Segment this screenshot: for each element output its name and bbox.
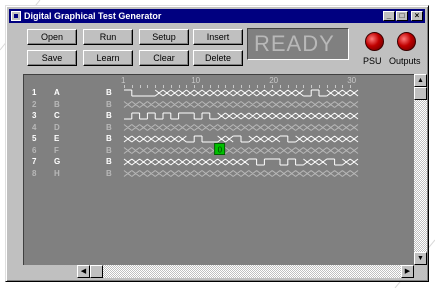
insert-button[interactable]: Insert [193, 29, 243, 45]
scrollbar-corner [414, 265, 427, 278]
outputs-label: Outputs [389, 56, 421, 66]
channel-waveform[interactable] [123, 170, 359, 177]
title-bar[interactable]: Digital Graphical Test Generator _ □ × [9, 9, 425, 23]
learn-button[interactable]: Learn [83, 50, 133, 66]
window-title: Digital Graphical Test Generator [24, 11, 162, 21]
channel-waveform[interactable] [124, 89, 359, 97]
waveform-canvas[interactable]: 0 [24, 75, 414, 265]
scroll-up-icon[interactable]: ▲ [414, 74, 427, 87]
edit-cursor-label: 0 [218, 146, 223, 155]
horizontal-scroll-thumb[interactable] [90, 265, 103, 278]
close-button[interactable]: × [411, 11, 423, 21]
channel-waveform[interactable] [124, 112, 359, 120]
psu-label: PSU [363, 56, 382, 66]
vertical-scroll-thumb[interactable] [414, 87, 427, 100]
channel-waveform[interactable] [123, 158, 359, 166]
setup-button[interactable]: Setup [139, 29, 189, 45]
status-display: READY [247, 28, 349, 60]
waveform-editor[interactable]: 1 10 20 30 1 A B 2 B B 3 C B 4 D B 5 E B 6 F B 7 G B 8 H B 0 [23, 74, 427, 278]
maximize-button[interactable]: □ [396, 11, 408, 21]
outputs-led-icon [397, 32, 416, 51]
vertical-scrollbar[interactable] [414, 74, 427, 265]
channel-waveform[interactable] [123, 101, 359, 108]
channel-waveform[interactable] [123, 147, 359, 154]
minimize-button[interactable]: _ [383, 11, 395, 21]
horizontal-scrollbar[interactable] [90, 265, 414, 278]
app-icon[interactable] [11, 11, 21, 21]
channel-waveform[interactable] [123, 124, 359, 131]
save-button[interactable]: Save [27, 50, 77, 66]
clear-button[interactable]: Clear [139, 50, 189, 66]
scroll-right-icon[interactable]: ▶ [401, 265, 414, 278]
delete-button[interactable]: Delete [193, 50, 243, 66]
scroll-left-icon[interactable]: ◀ [77, 265, 90, 278]
run-button[interactable]: Run [83, 29, 133, 45]
channel-waveform[interactable] [123, 135, 359, 143]
scroll-spacer [23, 265, 77, 278]
open-button[interactable]: Open [27, 29, 77, 45]
scroll-down-icon[interactable]: ▼ [414, 252, 427, 265]
psu-led-icon [365, 32, 384, 51]
